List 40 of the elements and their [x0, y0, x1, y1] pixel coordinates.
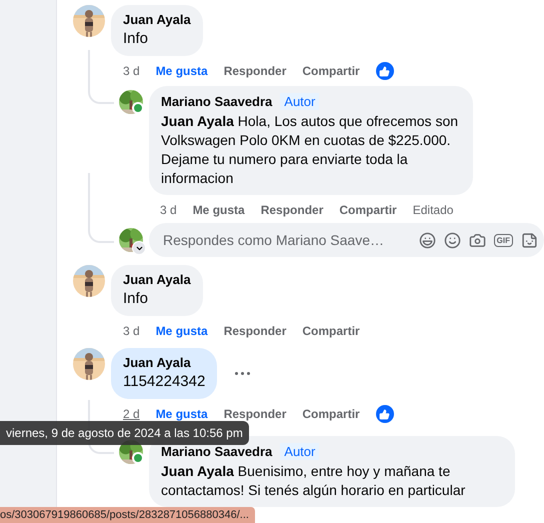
author-name[interactable]: Mariano Saavedra	[161, 94, 272, 109]
comment-time[interactable]: 3 d	[123, 324, 140, 338]
edited-label: Editado	[412, 203, 454, 217]
reply-link[interactable]: Responder	[260, 203, 324, 217]
link-status-bar: os/303067919860685/posts/2832871056880346/...	[0, 507, 255, 523]
comment-text: Info	[123, 29, 150, 49]
author-name[interactable]: Juan Ayala	[123, 272, 191, 287]
comment-text: 1154224342	[123, 372, 206, 392]
reply-link[interactable]: Responder	[224, 324, 286, 338]
sticker-icon[interactable]	[521, 232, 538, 248]
author-name[interactable]: Juan Ayala	[123, 355, 191, 370]
author-badge: Autor	[280, 443, 320, 460]
like-link[interactable]: Me gusta	[156, 324, 208, 338]
like-link[interactable]: Me gusta	[156, 407, 208, 421]
author-badge: Autor	[280, 93, 320, 110]
comment-text: Juan Ayala Hola, Los autos que ofrecemos son Volkswagen Polo 0KM en cuotas de $225.000. Dejame tu numero para enviarte toda la informacion	[161, 112, 460, 188]
avatar-sticker-icon[interactable]	[418, 232, 436, 248]
date-tooltip: viernes, 9 de agosto de 2024 a las 10:56 pm	[0, 421, 249, 445]
comment-text: Info	[123, 289, 150, 309]
comment-time[interactable]: 2 d	[123, 407, 140, 421]
reply-link[interactable]: Responder	[224, 64, 286, 78]
reply-link[interactable]: Responder	[224, 407, 286, 421]
thread-line	[88, 50, 114, 104]
reply-input-field[interactable]: Respondes como Mariano Saave… GIF	[149, 223, 544, 257]
gif-button[interactable]: GIF	[494, 234, 513, 246]
like-link[interactable]: Me gusta	[192, 203, 245, 217]
share-link[interactable]: Compartir	[302, 324, 360, 338]
camera-icon[interactable]	[468, 232, 486, 248]
share-link[interactable]: Compartir	[302, 64, 360, 78]
comment-time[interactable]: 3 d	[160, 203, 177, 217]
share-link[interactable]: Compartir	[302, 407, 360, 421]
comment-time[interactable]: 3 d	[123, 64, 140, 78]
like-link[interactable]: Me gusta	[156, 64, 208, 78]
share-link[interactable]: Compartir	[339, 203, 397, 217]
author-name[interactable]: Juan Ayala	[123, 12, 191, 27]
comment-text: Juan Ayala Buenisimo, entre hoy y mañana te contactamos! Si tenés algún horario en particular	[161, 462, 466, 500]
emoji-icon[interactable]	[444, 232, 461, 248]
author-name[interactable]: Mariano Saavedra	[161, 444, 272, 459]
thread-line	[88, 173, 114, 243]
chevron-down-icon	[132, 241, 146, 255]
